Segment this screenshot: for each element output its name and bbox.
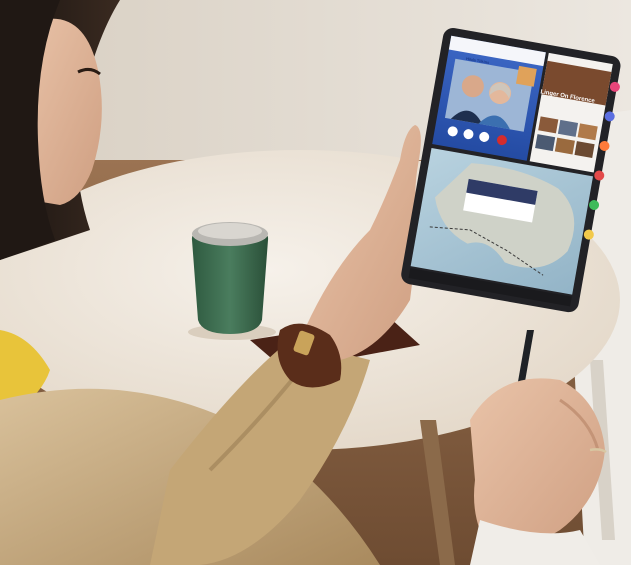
self-view: [515, 65, 537, 87]
photo-scene: [0, 0, 631, 565]
tumbler-lid-top: [198, 223, 262, 239]
